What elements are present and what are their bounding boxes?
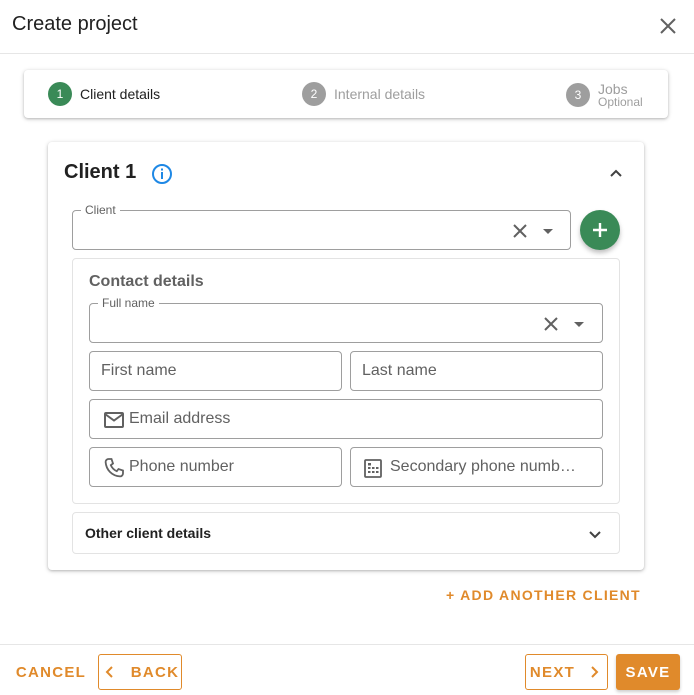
first-name-field[interactable]: First name: [89, 351, 342, 391]
contact-details-section: Contact details Full name First name Las…: [72, 258, 620, 504]
step-jobs[interactable]: 3 Jobs Optional: [566, 82, 643, 108]
step-internal-details[interactable]: 2 Internal details: [302, 82, 425, 106]
last-name-placeholder: Last name: [362, 362, 437, 379]
step-number: 2: [302, 82, 326, 106]
other-client-details-title: Other client details: [85, 525, 212, 541]
save-button[interactable]: SAVE: [616, 654, 680, 690]
phone-icon: [104, 458, 124, 478]
dialog-header: Create project: [0, 0, 694, 54]
full-name-select[interactable]: Full name: [89, 296, 603, 343]
next-button[interactable]: NEXT: [525, 654, 608, 690]
step-number: 3: [566, 83, 590, 107]
full-name-label: Full name: [98, 296, 159, 310]
step-number: 1: [48, 82, 72, 106]
last-name-field[interactable]: Last name: [350, 351, 603, 391]
back-button[interactable]: BACK: [98, 654, 182, 690]
chevron-down-icon: [589, 531, 601, 539]
first-name-placeholder: First name: [101, 362, 177, 379]
client-card: Client 1 Client Contact details Full nam…: [48, 142, 644, 570]
clear-icon[interactable]: [508, 219, 532, 243]
email-placeholder: Email address: [129, 410, 231, 427]
close-icon: [660, 18, 676, 34]
chevron-left-icon: [105, 666, 113, 678]
phone-field[interactable]: Phone number: [89, 447, 342, 487]
dropdown-arrow-icon[interactable]: [567, 312, 591, 336]
step-label: Jobs: [598, 81, 628, 97]
plus-icon: [593, 223, 607, 237]
client-card-title: Client 1: [64, 161, 137, 183]
dialog-footer: CANCEL BACK NEXT SAVE: [0, 644, 694, 695]
dropdown-arrow-icon[interactable]: [536, 219, 560, 243]
step-client-details[interactable]: 1 Client details: [48, 82, 160, 106]
step-label: Internal details: [334, 86, 426, 102]
secondary-phone-field[interactable]: Secondary phone numb…: [350, 447, 603, 487]
next-button-label: NEXT: [529, 663, 576, 681]
stepper: 1 Client details 2 Internal details 3 Jo…: [24, 70, 668, 118]
chevron-up-icon[interactable]: [604, 162, 628, 186]
add-client-fab-button[interactable]: [580, 210, 620, 250]
dialog-title: Create project: [12, 13, 138, 35]
other-client-details-accordion[interactable]: Other client details: [72, 512, 620, 554]
close-button[interactable]: [656, 14, 680, 38]
step-label: Client details: [80, 86, 161, 102]
back-button-label: BACK: [130, 663, 180, 681]
phone-placeholder: Phone number: [129, 458, 234, 475]
cancel-button[interactable]: CANCEL: [12, 654, 90, 690]
email-field[interactable]: Email address: [89, 399, 603, 439]
contact-details-title: Contact details: [89, 273, 204, 290]
keypad-phone-icon: [364, 459, 382, 478]
chevron-right-icon: [591, 666, 599, 678]
clear-icon[interactable]: [539, 312, 563, 336]
mail-icon: [104, 412, 124, 428]
secondary-phone-placeholder: Secondary phone numb…: [390, 458, 576, 475]
client-select-label: Client: [81, 203, 120, 217]
add-another-client-button[interactable]: + ADD ANOTHER CLIENT: [446, 587, 641, 603]
client-select[interactable]: Client: [72, 203, 571, 250]
info-icon[interactable]: [150, 162, 174, 186]
step-sublabel: Optional: [598, 95, 643, 109]
